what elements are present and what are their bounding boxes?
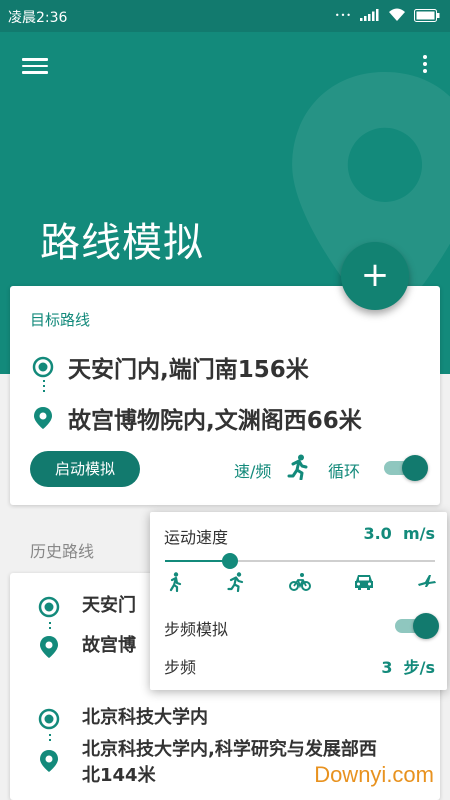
route-connector (49, 622, 51, 632)
run-icon[interactable] (227, 572, 245, 592)
step-simulation-toggle[interactable] (395, 613, 439, 639)
start-point-icon (38, 708, 60, 730)
history-item-1-end[interactable]: 故宫博 (38, 633, 136, 659)
history-item-2-start-text: 北京科技大学内 (82, 707, 208, 728)
step-simulation-label: 步频模拟 (164, 620, 229, 639)
plane-icon[interactable] (417, 572, 437, 592)
history-item-1-start-text: 天安门 (82, 595, 136, 616)
route-end-row[interactable]: 故宫博物院内,文渊阁西66米 (32, 401, 362, 435)
speed-settings-popup: 运动速度 3.0 m/s 步频模拟 步频 3 步/s (150, 512, 447, 690)
run-icon[interactable] (287, 454, 309, 480)
history-item-1-start[interactable]: 天安门 (38, 593, 136, 619)
signal-icon (360, 9, 379, 21)
step-frequency-label: 步频 (164, 658, 197, 677)
watermark: Downyi.com (314, 762, 434, 787)
start-point-icon (32, 356, 54, 378)
page-title: 路线模拟 (40, 220, 204, 266)
loop-label: 循环 (328, 462, 361, 481)
target-route-card: 目标路线 天安门内,端门南156米 故宫博物院内,文渊阁西66米 启动模拟 速/… (10, 286, 440, 505)
speed-slider[interactable] (165, 553, 435, 569)
speed-frequency-link[interactable]: 速/频 (234, 458, 271, 482)
route-end-text: 故宫博物院内,文渊阁西66米 (68, 408, 362, 434)
bike-icon[interactable] (289, 572, 311, 592)
history-item-1-end-text: 故宫博 (82, 635, 136, 656)
destination-pin-icon (40, 750, 58, 772)
history-item-2-start[interactable]: 北京科技大学内 (38, 705, 208, 731)
target-route-label: 目标路线 (30, 311, 91, 329)
destination-pin-icon (40, 636, 58, 658)
step-frequency-value: 3 步/s (381, 658, 435, 677)
route-connector (43, 380, 45, 395)
add-route-button[interactable]: + (341, 242, 409, 310)
destination-pin-icon (34, 407, 52, 429)
route-start-row[interactable]: 天安门内,端门南156米 (32, 350, 309, 384)
battery-icon (414, 8, 440, 22)
transport-mode-selector (165, 570, 437, 598)
route-start-text: 天安门内,端门南156米 (68, 357, 309, 383)
menu-icon[interactable] (22, 54, 48, 76)
wifi-icon (389, 8, 405, 21)
start-simulation-button[interactable]: 启动模拟 (30, 451, 140, 487)
start-point-icon (38, 596, 60, 618)
speed-slider-thumb[interactable] (221, 553, 238, 569)
speed-value: 3.0 m/s (363, 524, 435, 543)
more-options-icon[interactable] (420, 52, 430, 78)
car-icon[interactable] (353, 572, 375, 592)
status-bar: 凌晨2:36 ••• (0, 0, 450, 32)
history-label: 历史路线 (30, 542, 95, 561)
speed-label: 运动速度 (164, 528, 229, 547)
walk-icon[interactable] (167, 572, 183, 592)
history-item-2-end-text-line1: 北京科技大学内,科学研究与发展部西 (82, 739, 377, 760)
status-icons: ••• (335, 8, 440, 22)
dots-icon: ••• (334, 10, 352, 20)
status-time: 凌晨2:36 (8, 10, 68, 26)
loop-toggle[interactable] (384, 455, 428, 481)
